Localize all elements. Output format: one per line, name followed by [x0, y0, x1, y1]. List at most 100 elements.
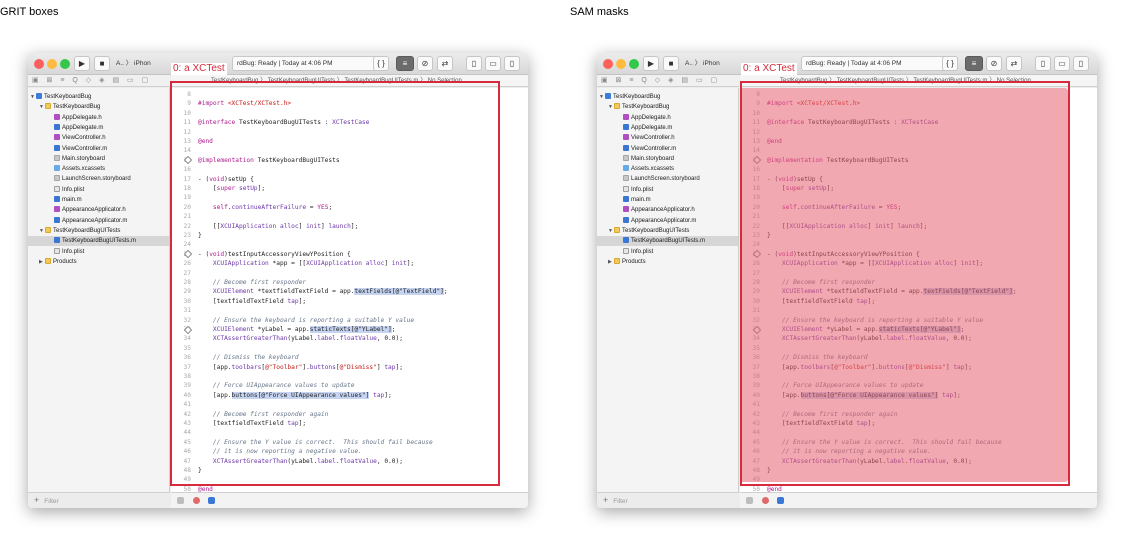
- breakpoint-icon[interactable]: [762, 497, 769, 504]
- zoom-button[interactable]: [60, 59, 70, 69]
- tree-row[interactable]: ▼ TestKeyboardBug: [28, 92, 169, 102]
- activity-status: rdBug: Ready | Today at 4:06 PM: [232, 56, 382, 71]
- tree-row[interactable]: ▶ Products: [28, 257, 169, 267]
- tree-row[interactable]: AppearanceApplicator.m: [28, 216, 169, 226]
- tree-label: AppDelegate.m: [62, 124, 104, 131]
- sam-box: [740, 81, 1070, 486]
- zoom-button[interactable]: [629, 59, 639, 69]
- filter-bar: + Filter: [597, 492, 739, 508]
- add-icon[interactable]: +: [603, 495, 608, 505]
- assistant-editor-icon: ⊘: [990, 59, 998, 68]
- debug-toggle-button[interactable]: ▭: [1054, 56, 1070, 71]
- stop-button[interactable]: ■: [663, 56, 679, 71]
- tree-label: main.m: [62, 197, 82, 203]
- tree-row[interactable]: Assets.xcassets: [597, 164, 738, 174]
- tree-row[interactable]: ▼ TestKeyboardBugUITests: [597, 226, 738, 236]
- version-editor-button[interactable]: ⇄: [437, 56, 453, 71]
- m-file-icon: [623, 144, 629, 151]
- folder-file-icon: [45, 103, 51, 110]
- debug-toggle-button[interactable]: ▭: [485, 56, 501, 71]
- tree-row[interactable]: AppDelegate.m: [597, 123, 738, 133]
- run-button[interactable]: ▶: [74, 56, 90, 71]
- tree-row[interactable]: AppearanceApplicator.h: [597, 205, 738, 215]
- inspector-toggle-button[interactable]: ▯: [504, 56, 520, 71]
- tree-row[interactable]: TestKeyboardBugUITests.m: [28, 236, 169, 247]
- tree-row[interactable]: AppDelegate.h: [597, 113, 738, 123]
- close-button[interactable]: [34, 59, 44, 69]
- h-file-icon: [54, 206, 60, 213]
- tree-row[interactable]: AppearanceApplicator.h: [28, 205, 169, 215]
- add-icon[interactable]: +: [34, 495, 39, 505]
- plist-file-icon: [54, 185, 60, 192]
- library-button[interactable]: { }: [942, 56, 958, 71]
- tree-row[interactable]: ▶ Products: [597, 257, 738, 267]
- tree-row[interactable]: ViewController.m: [597, 144, 738, 154]
- console-icon[interactable]: [177, 497, 184, 504]
- tree-row[interactable]: ▼ TestKeyboardBugUITests: [28, 226, 169, 236]
- tree-row[interactable]: Info.plist: [28, 185, 169, 195]
- tree-label: AppearanceApplicator.h: [631, 207, 695, 214]
- tree-row[interactable]: ViewController.m: [28, 144, 169, 154]
- tree-row[interactable]: LaunchScreen.storyboard: [28, 174, 169, 184]
- assistant-editor-button[interactable]: ⊘: [417, 56, 433, 71]
- tree-row[interactable]: AppearanceApplicator.m: [597, 216, 738, 226]
- tree-label: TestKeyboardBugUITests.m: [62, 238, 137, 245]
- tree-row[interactable]: Info.plist: [28, 247, 169, 257]
- tree-row[interactable]: AppDelegate.h: [28, 113, 169, 123]
- version-editor-button[interactable]: ⇄: [1006, 56, 1022, 71]
- version-editor-icon: ⇄: [1010, 59, 1018, 68]
- tree-row[interactable]: AppDelegate.m: [28, 123, 169, 133]
- tree-row[interactable]: ▼ TestKeyboardBug: [597, 102, 738, 112]
- tree-row[interactable]: Main.storyboard: [597, 154, 738, 164]
- minimize-button[interactable]: [47, 59, 57, 69]
- location-icon[interactable]: [777, 497, 784, 504]
- tree-row[interactable]: ▼ TestKeyboardBug: [597, 92, 738, 102]
- filter-field[interactable]: Filter: [613, 498, 627, 505]
- plist-file-icon: [623, 185, 629, 192]
- tree-label: Info.plist: [631, 248, 654, 255]
- tree-row[interactable]: LaunchScreen.storyboard: [597, 174, 738, 184]
- panel-title-grit: GRIT boxes: [0, 6, 59, 18]
- tree-row[interactable]: TestKeyboardBugUITests.m: [597, 236, 738, 247]
- navigator-toggle-icon: ▯: [1040, 59, 1046, 68]
- assistant-editor-button[interactable]: ⊘: [986, 56, 1002, 71]
- assets-file-icon: [54, 165, 60, 172]
- standard-editor-button[interactable]: ≡: [396, 56, 414, 71]
- filter-field[interactable]: Filter: [44, 498, 58, 505]
- tree-row[interactable]: Main.storyboard: [28, 154, 169, 164]
- stop-icon: ■: [99, 59, 105, 68]
- version-editor-icon: ⇄: [441, 59, 449, 68]
- close-button[interactable]: [603, 59, 613, 69]
- navigator-toggle-button[interactable]: ▯: [1035, 56, 1051, 71]
- debug-bar: [171, 492, 528, 508]
- tree-row[interactable]: ViewController.h: [597, 133, 738, 143]
- minimize-button[interactable]: [616, 59, 626, 69]
- tree-row[interactable]: Info.plist: [597, 185, 738, 195]
- standard-editor-button[interactable]: ≡: [965, 56, 983, 71]
- tree-label: Products: [53, 258, 77, 265]
- navigator-tabs[interactable]: ▣ ⊠ ≡ Q ◇ ◈ ▤ ▭ ▢: [28, 75, 170, 87]
- tree-row[interactable]: main.m: [597, 195, 738, 205]
- tree-label: Info.plist: [62, 248, 85, 255]
- run-button[interactable]: ▶: [643, 56, 659, 71]
- tree-row[interactable]: ViewController.h: [28, 133, 169, 143]
- project-navigator: ▼ TestKeyboardBug ▼ TestKeyboardBug AppDeleg…: [28, 88, 170, 492]
- library-button[interactable]: { }: [373, 56, 389, 71]
- m-file-icon: [623, 216, 629, 223]
- location-icon[interactable]: [208, 497, 215, 504]
- tree-row[interactable]: Assets.xcassets: [28, 164, 169, 174]
- tree-row[interactable]: Info.plist: [597, 247, 738, 257]
- stop-button[interactable]: ■: [94, 56, 110, 71]
- tree-row[interactable]: ▼ TestKeyboardBug: [28, 102, 169, 112]
- breakpoint-icon[interactable]: [193, 497, 200, 504]
- inspector-toggle-button[interactable]: ▯: [1073, 56, 1089, 71]
- tree-row[interactable]: main.m: [28, 195, 169, 205]
- console-icon[interactable]: [746, 497, 753, 504]
- navigator-tabs[interactable]: ▣ ⊠ ≡ Q ◇ ◈ ▤ ▭ ▢: [597, 75, 739, 87]
- folder-file-icon: [614, 257, 620, 264]
- project-navigator: ▼ TestKeyboardBug ▼ TestKeyboardBug AppDeleg…: [597, 88, 739, 492]
- grit-box: [170, 81, 500, 486]
- library-icon: { }: [946, 59, 954, 68]
- navigator-toggle-button[interactable]: ▯: [466, 56, 482, 71]
- tree-label: main.m: [631, 197, 651, 203]
